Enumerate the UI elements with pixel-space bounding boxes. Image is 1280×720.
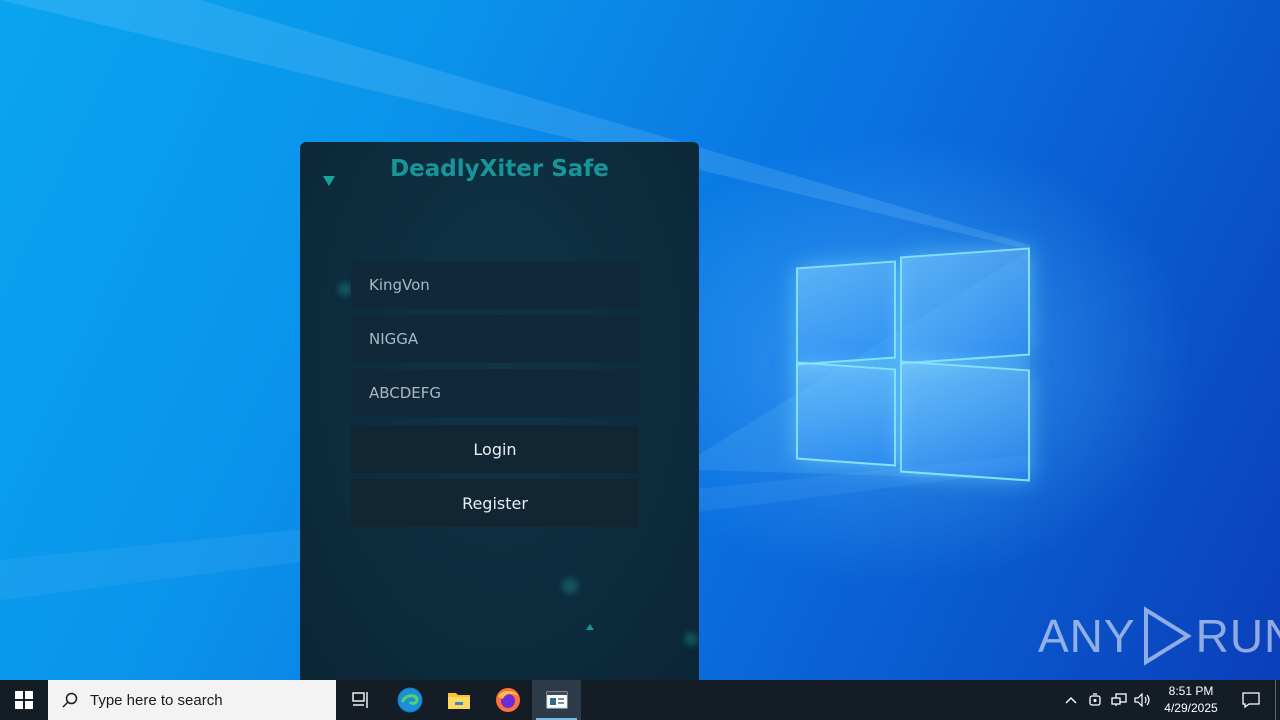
action-center-button[interactable] <box>1227 680 1275 720</box>
login-window: DeadlyXiter Safe KingVon NIGGA ABCDEFG L… <box>300 142 699 680</box>
app-title: DeadlyXiter Safe <box>390 156 609 182</box>
chevron-up-icon <box>1065 697 1077 704</box>
anyrun-watermark: ANY RUN <box>1038 606 1280 666</box>
taskbar-firefox[interactable] <box>483 680 532 720</box>
show-desktop-button[interactable] <box>1275 680 1280 720</box>
app-window-icon <box>546 691 567 709</box>
windows-start-icon <box>15 691 33 709</box>
edge-icon <box>397 687 422 713</box>
show-hidden-icons-button[interactable] <box>1059 680 1083 720</box>
folder-icon <box>447 693 470 709</box>
taskbar-search-box[interactable]: Type here to search <box>48 680 336 720</box>
task-view-icon <box>351 692 368 708</box>
start-button[interactable] <box>0 680 48 720</box>
tray-device-icon-button[interactable] <box>1083 680 1107 720</box>
watermark-any: ANY <box>1038 610 1136 662</box>
watermark-run: RUN <box>1195 610 1280 662</box>
taskbar-active-app[interactable] <box>532 680 581 720</box>
play-icon <box>1143 606 1192 666</box>
windows-logo <box>790 238 1040 488</box>
clock-date: 4/29/2025 <box>1164 701 1218 715</box>
taskbar-clock[interactable]: 8:51 PM 4/29/2025 <box>1155 683 1227 717</box>
clock-time: 8:51 PM <box>1168 684 1214 698</box>
username-field[interactable]: KingVon <box>351 261 639 309</box>
key-field[interactable]: ABCDEFG <box>351 369 639 417</box>
network-icon <box>1111 693 1127 706</box>
taskbar-file-explorer[interactable] <box>434 680 483 720</box>
speaker-icon <box>1134 693 1150 707</box>
device-icon <box>1089 693 1101 706</box>
taskbar: Type here to search 8:51 PM 4/29/2025 <box>0 680 1280 720</box>
notification-icon <box>1242 692 1260 709</box>
volume-button[interactable] <box>1131 680 1155 720</box>
network-button[interactable] <box>1107 680 1131 720</box>
search-icon <box>62 692 78 708</box>
search-placeholder: Type here to search <box>90 691 223 709</box>
task-view-button[interactable] <box>336 680 385 720</box>
system-tray: 8:51 PM 4/29/2025 <box>1059 680 1280 720</box>
login-button[interactable]: Login <box>351 425 639 473</box>
firefox-icon <box>495 688 520 712</box>
register-button[interactable]: Register <box>351 479 639 527</box>
taskbar-edge[interactable] <box>385 680 434 720</box>
password-field[interactable]: NIGGA <box>351 315 639 363</box>
